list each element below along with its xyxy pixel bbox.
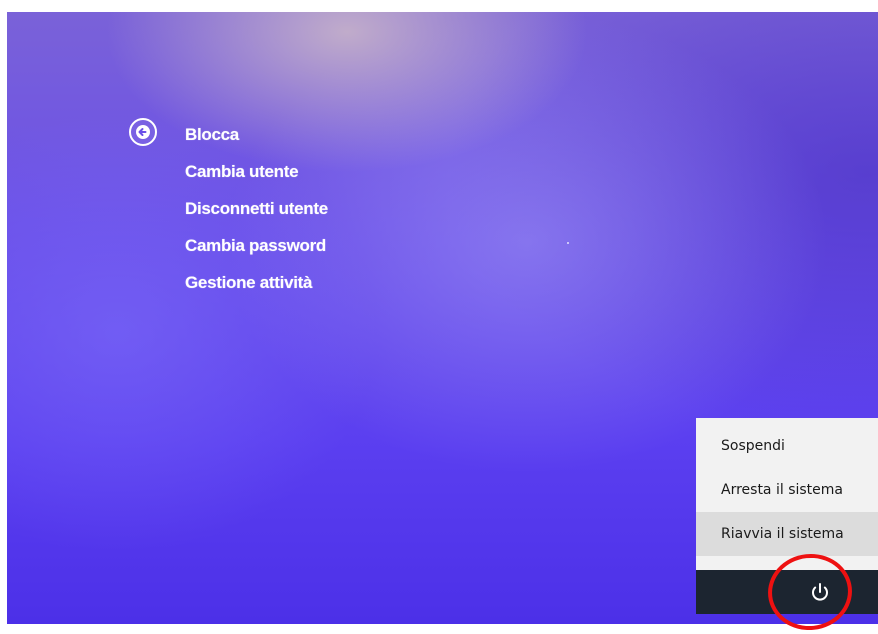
photo-frame: Blocca Cambia utente Disconnetti utente … (0, 0, 878, 634)
power-item-arresta[interactable]: Arresta il sistema (696, 468, 878, 512)
power-panel: Sospendi Arresta il sistema Riavvia il s… (696, 418, 878, 614)
menu-item-cambia-password[interactable]: Cambia password (185, 227, 328, 264)
menu-item-gestione-attivita[interactable]: Gestione attività (185, 264, 328, 301)
power-options-menu: Sospendi Arresta il sistema Riavvia il s… (696, 418, 878, 570)
power-icon (812, 583, 828, 601)
menu-item-blocca[interactable]: Blocca (185, 116, 328, 153)
power-item-sospendi[interactable]: Sospendi (696, 424, 878, 468)
cursor-dot (567, 242, 569, 244)
back-arrow-glyph (136, 125, 150, 139)
security-options-menu: Blocca Cambia utente Disconnetti utente … (185, 116, 328, 301)
menu-item-cambia-utente[interactable]: Cambia utente (185, 153, 328, 190)
back-arrow-icon[interactable] (129, 118, 157, 146)
menu-item-disconnetti-utente[interactable]: Disconnetti utente (185, 190, 328, 227)
power-item-riavvia[interactable]: Riavvia il sistema (696, 512, 878, 556)
power-button[interactable] (808, 580, 832, 604)
